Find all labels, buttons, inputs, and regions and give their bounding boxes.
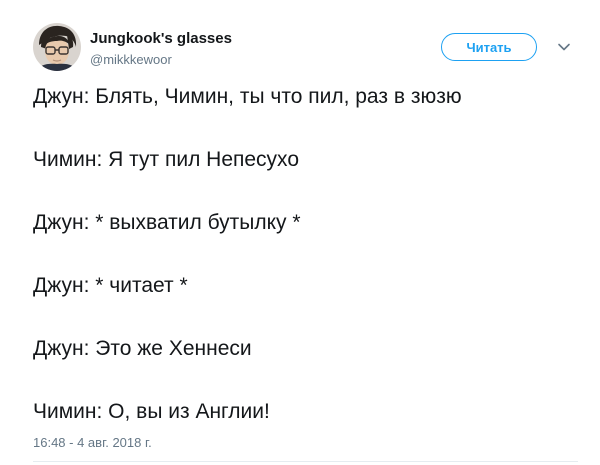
chevron-down-icon <box>558 43 570 51</box>
tweet-line: Чимин: О, вы из Англии! <box>33 400 270 423</box>
divider <box>33 461 578 462</box>
tweet-timestamp[interactable]: 16:48 - 4 авг. 2018 г. <box>33 435 152 450</box>
tweet-card: Jungkook's glasses @mikkkewoor Читать Дж… <box>0 0 600 465</box>
tweet-line: Джун: * читает * <box>33 274 188 297</box>
author-username[interactable]: @mikkkewoor <box>90 52 172 67</box>
tweet-text: Джун: Блять, Чимин, ты что пил, раз в зю… <box>33 84 583 425</box>
tweet-line: Чимин: Я тут пил Непесухо <box>33 148 299 171</box>
tweet-line: Джун: Блять, Чимин, ты что пил, раз в зю… <box>33 85 462 108</box>
tweet-menu-button[interactable] <box>556 39 572 55</box>
author-avatar[interactable] <box>33 23 81 71</box>
author-display-name[interactable]: Jungkook's glasses <box>90 30 232 47</box>
avatar-photo-icon <box>33 23 81 71</box>
tweet-line: Джун: * выхватил бутылку * <box>33 211 301 234</box>
tweet-line: Джун: Это же Хеннеси <box>33 337 252 360</box>
follow-button[interactable]: Читать <box>441 33 537 61</box>
